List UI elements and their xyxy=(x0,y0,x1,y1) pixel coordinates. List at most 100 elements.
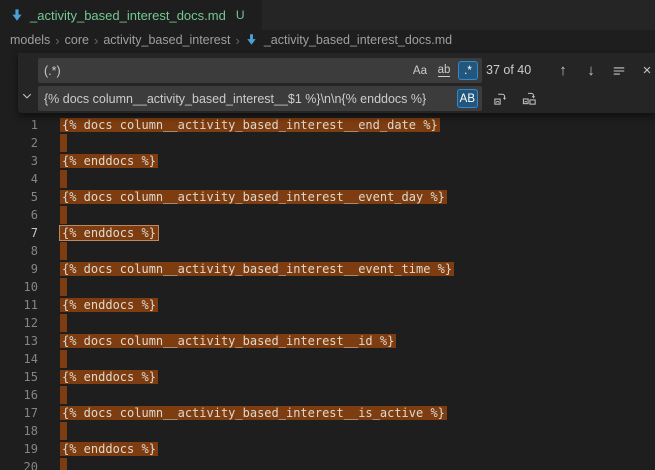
empty-line-match-highlight xyxy=(60,170,67,188)
line-content: {% docs column__activity_based_interest_… xyxy=(60,188,447,206)
code-line[interactable]: 4 xyxy=(0,170,655,188)
empty-line-match-highlight xyxy=(60,350,67,368)
code-line[interactable]: 18 xyxy=(0,422,655,440)
markdown-file-icon xyxy=(245,33,259,47)
line-number: 15 xyxy=(0,368,38,386)
line-number: 13 xyxy=(0,332,38,350)
line-content: {% enddocs %} xyxy=(60,152,158,170)
line-number: 11 xyxy=(0,296,38,314)
empty-line-match-highlight xyxy=(60,386,67,404)
find-match: {% enddocs %} xyxy=(60,298,158,312)
line-number: 19 xyxy=(0,440,38,458)
line-content: {% docs column__activity_based_interest_… xyxy=(60,260,454,278)
breadcrumb-item-models[interactable]: models xyxy=(10,33,50,47)
breadcrumb: models › core › activity_based_interest … xyxy=(0,30,655,50)
match-case-toggle[interactable]: Aa xyxy=(410,61,430,80)
empty-line-match-highlight xyxy=(60,206,67,224)
code-line[interactable]: 20 xyxy=(0,458,655,470)
code-line[interactable]: 5 {% docs column__activity_based_interest… xyxy=(0,188,655,206)
code-line[interactable]: 3 {% enddocs %} xyxy=(0,152,655,170)
code-line[interactable]: 9 {% docs column__activity_based_interest… xyxy=(0,260,655,278)
line-content xyxy=(60,206,67,224)
previous-match-arrow-up-icon[interactable]: ↑ xyxy=(554,61,572,81)
preserve-case-toggle[interactable]: AB xyxy=(457,89,478,108)
find-match: {% docs column__activity_based_interest_… xyxy=(60,118,440,132)
toggle-replace-chevron-down-icon[interactable] xyxy=(19,86,35,106)
close-icon[interactable]: × xyxy=(638,61,655,81)
line-number: 18 xyxy=(0,422,38,440)
line-content xyxy=(60,458,67,470)
replace-icon[interactable] xyxy=(491,89,509,109)
code-line[interactable]: 11 {% enddocs %} xyxy=(0,296,655,314)
line-number: 10 xyxy=(0,278,38,296)
line-content xyxy=(60,170,67,188)
line-content: {% enddocs %} xyxy=(60,224,158,242)
code-line[interactable]: 8 xyxy=(0,242,655,260)
line-number: 9 xyxy=(0,260,38,278)
line-content xyxy=(60,386,67,404)
code-line[interactable]: 10 xyxy=(0,278,655,296)
line-content: {% docs column__activity_based_interest_… xyxy=(60,404,447,422)
tab-activity-docs[interactable]: _activity_based_interest_docs.md U xyxy=(0,0,263,30)
find-match: {% docs column__activity_based_interest_… xyxy=(60,190,447,204)
code-line[interactable]: 7 {% enddocs %} xyxy=(0,224,655,242)
replace-input[interactable]: {% docs column__activity_based_interest_… xyxy=(38,86,482,111)
line-number: 20 xyxy=(0,458,38,470)
breadcrumb-item-file[interactable]: _activity_based_interest_docs.md xyxy=(264,33,452,47)
line-content xyxy=(60,278,67,296)
line-number: 5 xyxy=(0,188,38,206)
git-untracked-badge: U xyxy=(236,8,245,22)
line-number: 7 xyxy=(0,224,38,242)
whole-word-toggle[interactable]: ab xyxy=(434,61,454,80)
code-line[interactable]: 17 {% docs column__activity_based_interes… xyxy=(0,404,655,422)
empty-line-match-highlight xyxy=(60,314,67,332)
code-line[interactable]: 13 {% docs column__activity_based_interes… xyxy=(0,332,655,350)
replace-all-icon[interactable] xyxy=(520,89,538,109)
line-content: {% enddocs %} xyxy=(60,296,158,314)
line-number: 6 xyxy=(0,206,38,224)
breadcrumb-separator-icon: › xyxy=(235,33,239,48)
line-number: 3 xyxy=(0,152,38,170)
line-number: 14 xyxy=(0,350,38,368)
code-line[interactable]: 12 xyxy=(0,314,655,332)
line-content: {% docs column__activity_based_interest_… xyxy=(60,332,396,350)
code-line[interactable]: 19 {% enddocs %} xyxy=(0,440,655,458)
line-content xyxy=(60,134,67,152)
regex-toggle[interactable]: .* xyxy=(458,61,478,80)
line-content xyxy=(60,242,67,260)
breadcrumb-item-core[interactable]: core xyxy=(65,33,89,47)
code-line[interactable]: 2 xyxy=(0,134,655,152)
find-match: {% enddocs %} xyxy=(60,154,158,168)
line-number: 12 xyxy=(0,314,38,332)
find-match: {% enddocs %} xyxy=(60,442,158,456)
find-input[interactable]: (.*) Aa ab .* xyxy=(38,58,482,83)
code-line[interactable]: 14 xyxy=(0,350,655,368)
line-content xyxy=(60,314,67,332)
current-find-match: {% enddocs %} xyxy=(60,226,158,240)
line-number: 1 xyxy=(0,116,38,134)
editor-lines: 1 {% docs column__activity_based_interest… xyxy=(0,116,655,470)
find-match: {% docs column__activity_based_interest_… xyxy=(60,262,454,276)
breadcrumb-separator-icon: › xyxy=(94,33,98,48)
find-query: (.*) xyxy=(38,64,410,78)
find-match: {% enddocs %} xyxy=(60,370,158,384)
editor-pane[interactable]: 1{% docs column__activity_based_interest… xyxy=(0,50,655,470)
find-result-count: 37 of 40 xyxy=(486,58,531,83)
tab-bar: _activity_based_interest_docs.md U xyxy=(0,0,655,30)
breadcrumb-item-activity-based-interest[interactable]: activity_based_interest xyxy=(103,33,230,47)
line-number: 4 xyxy=(0,170,38,188)
line-number: 8 xyxy=(0,242,38,260)
code-line[interactable]: 16 xyxy=(0,386,655,404)
empty-line-match-highlight xyxy=(60,278,67,296)
code-line[interactable]: 1 {% docs column__activity_based_interest… xyxy=(0,116,655,134)
line-content xyxy=(60,350,67,368)
empty-line-match-highlight xyxy=(60,242,67,260)
find-in-selection-icon[interactable] xyxy=(610,61,628,81)
line-content: {% enddocs %} xyxy=(60,440,158,458)
code-line[interactable]: 15 {% enddocs %} xyxy=(0,368,655,386)
find-replace-widget: (.*) Aa ab .* 37 of 40 ↑ ↓ × {% docs col… xyxy=(18,53,655,113)
next-match-arrow-down-icon[interactable]: ↓ xyxy=(582,61,600,81)
empty-line-match-highlight xyxy=(60,134,67,152)
line-number: 17 xyxy=(0,404,38,422)
code-line[interactable]: 6 xyxy=(0,206,655,224)
